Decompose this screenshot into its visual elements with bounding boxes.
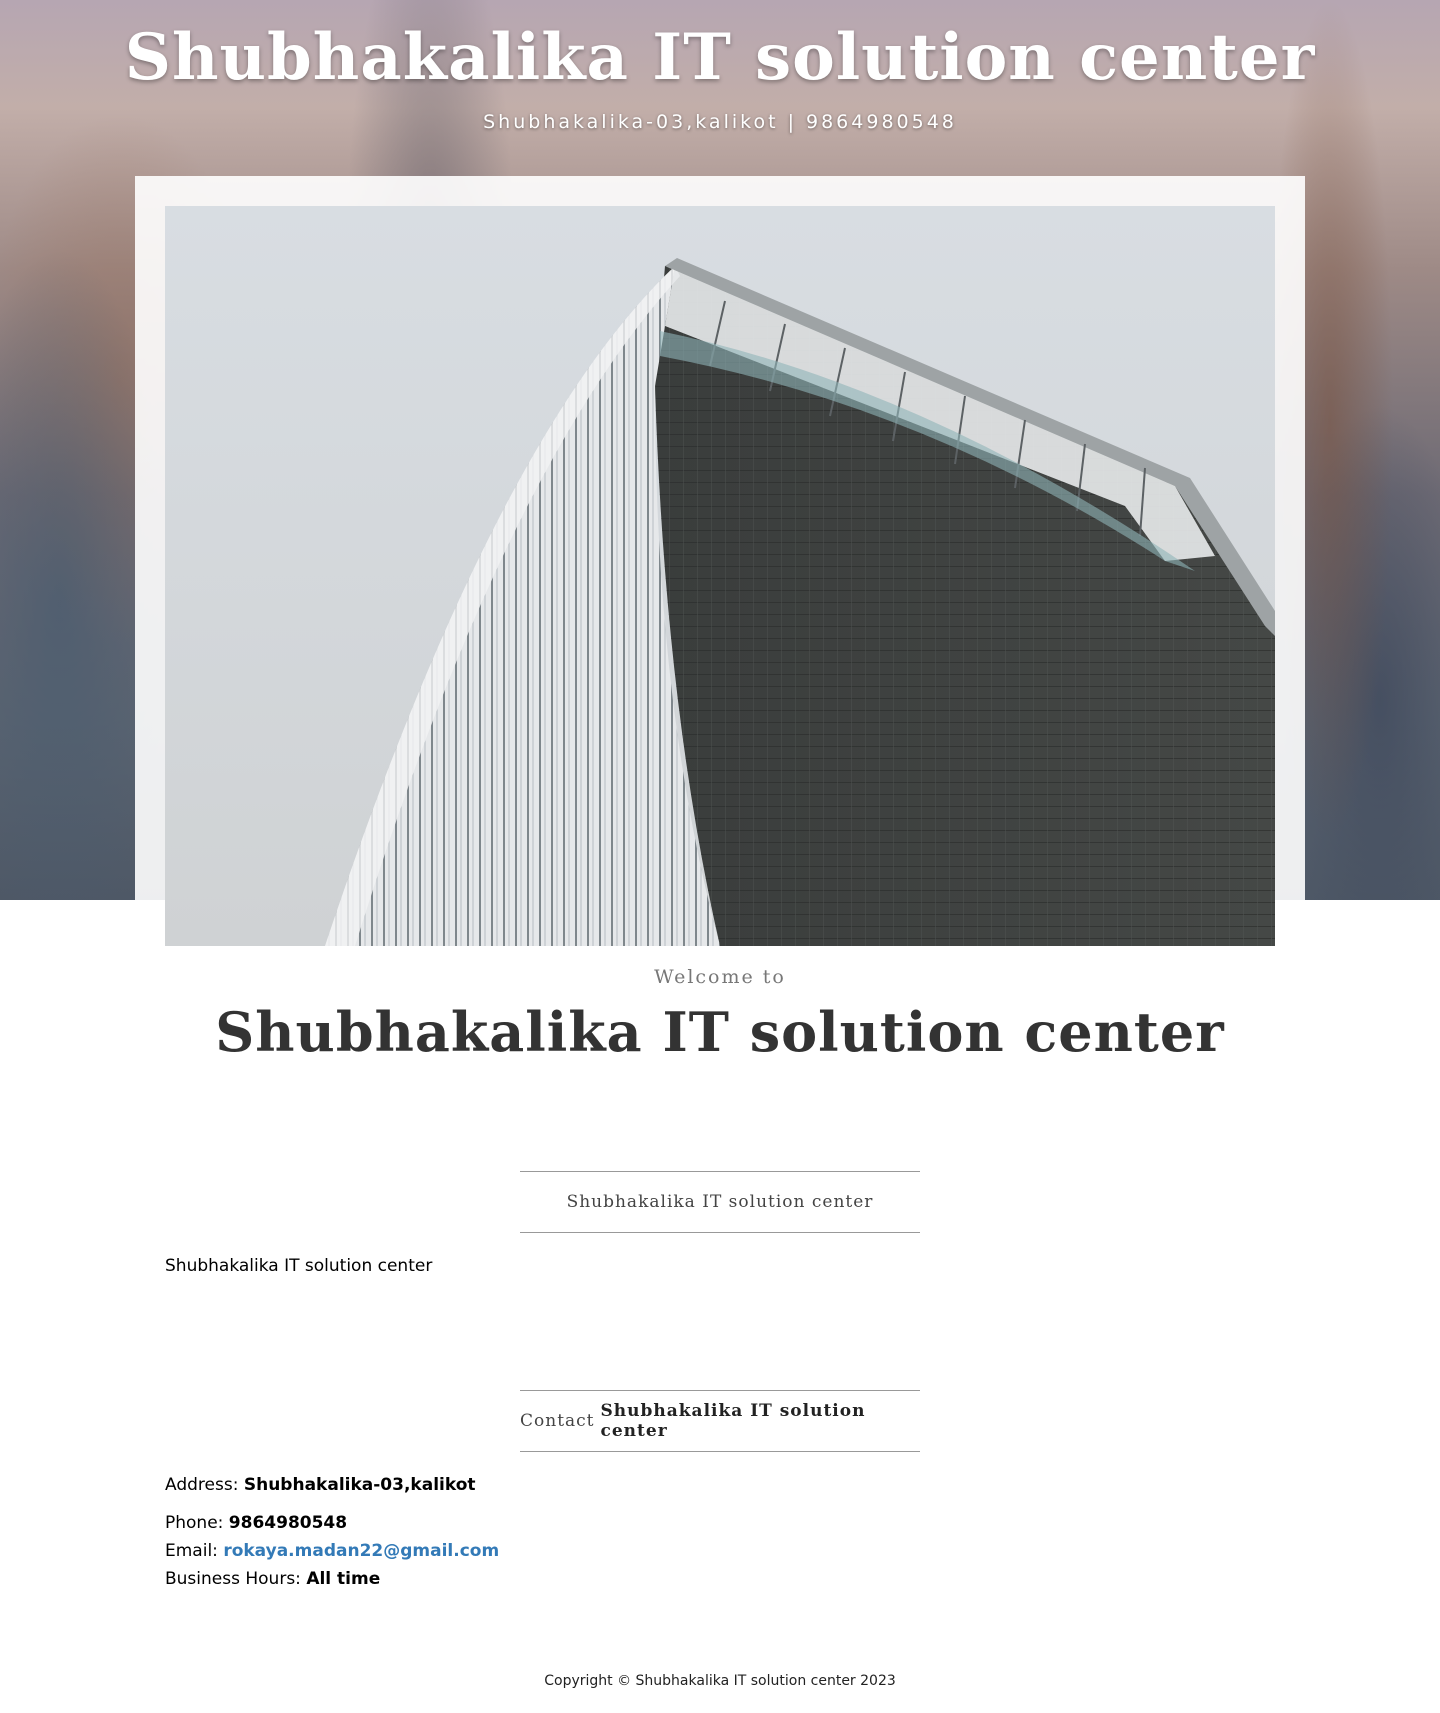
email-link[interactable]: rokaya.madan22@gmail.com — [223, 1541, 499, 1561]
hours-value: All time — [306, 1569, 381, 1589]
address-label: Address: — [165, 1475, 239, 1495]
about-text: Shubhakalika IT solution center — [165, 1256, 433, 1276]
hours-label: Business Hours: — [165, 1569, 301, 1589]
footer-copyright: Copyright © Shubhakalika IT solution cen… — [544, 1673, 896, 1689]
page-title: Shubhakalika IT solution center — [215, 1000, 1225, 1064]
about-heading-text: Shubhakalika IT solution center — [566, 1192, 874, 1212]
address-value: Shubhakalika-03,kalikot — [243, 1475, 476, 1495]
hours-line: Business Hours: All time — [165, 1569, 380, 1589]
site-title: Shubhakalika IT solution center — [124, 20, 1316, 95]
phone-label: Phone: — [165, 1513, 224, 1533]
email-label: Email: — [165, 1541, 218, 1561]
address-line: Address: Shubhakalika-03,kalikot — [165, 1475, 476, 1495]
phone-line: Phone: 9864980548 — [165, 1513, 347, 1533]
welcome-text: Welcome to — [654, 966, 786, 988]
contact-heading: Contact Shubhakalika IT solution center — [520, 1390, 920, 1452]
hero-building-image — [165, 206, 1275, 946]
site-subtitle: Shubhakalika-03,kalikot | 9864980548 — [483, 111, 957, 133]
about-heading: Shubhakalika IT solution center — [520, 1171, 920, 1233]
contact-heading-prefix: Contact — [520, 1411, 595, 1431]
phone-value: 9864980548 — [228, 1513, 348, 1533]
contact-heading-name: Shubhakalika IT solution center — [600, 1401, 866, 1441]
email-line: Email: rokaya.madan22@gmail.com — [165, 1541, 499, 1561]
